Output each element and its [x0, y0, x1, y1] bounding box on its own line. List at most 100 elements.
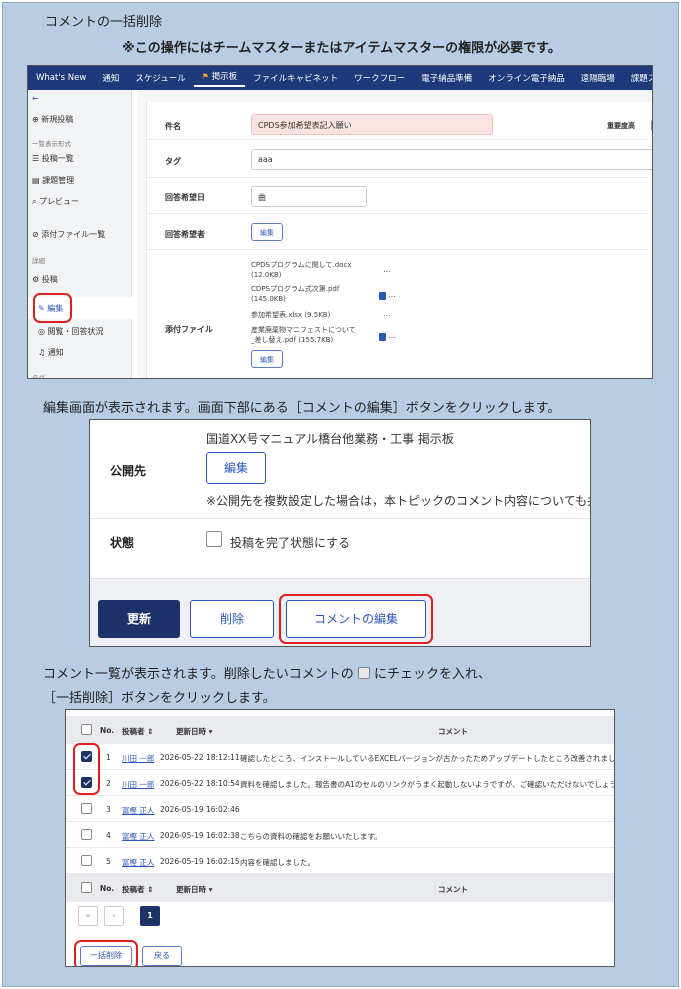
sidebar-notify-label: 通知	[47, 348, 64, 357]
file-4-more[interactable]: …	[388, 331, 396, 340]
highlight-ring-comment-edit	[279, 594, 433, 644]
sidebar-view-reply-label: 閲覧・回答状況	[47, 327, 104, 336]
row-attach: 添付ファイル CPDSプログラムに関して.docx (12.0KB) … CDPS…	[147, 250, 647, 378]
delete-button[interactable]: 削除	[190, 600, 274, 638]
sidebar-view-reply[interactable]: ◎ 閲覧・回答状況	[38, 326, 104, 337]
nav-cabinet[interactable]: ファイルキャビネット	[245, 72, 346, 84]
sidebar-attach-list[interactable]: ⊘ 添付ファイル一覧	[32, 229, 105, 240]
row-subject: 件名 CPDS参加希望表記入願い 重要度高	[147, 102, 652, 140]
col-date[interactable]: 更新日時 ▾	[176, 726, 212, 737]
subject-input[interactable]: CPDS参加希望表記入願い	[251, 114, 493, 135]
col-no: No.	[100, 726, 115, 735]
attach-edit-button[interactable]: 編集	[251, 350, 283, 368]
nav-e-delivery-prep[interactable]: 電子納品準備	[413, 72, 480, 84]
nav-schedule[interactable]: スケジュール	[127, 72, 193, 84]
publish-edit-button[interactable]: 編集	[206, 452, 266, 484]
file-2-more[interactable]: …	[388, 290, 396, 299]
sidebar-notify[interactable]: ♫ 通知	[38, 347, 64, 358]
nav-issue-thread[interactable]: 課題スレッド	[623, 72, 652, 84]
row-comment: 確認したところ、インストールしているEXCELバージョンが古かったためアップデー…	[240, 754, 615, 763]
respondent-edit-button[interactable]: 編集	[251, 223, 283, 241]
nav-whats-new[interactable]: What's New	[28, 73, 94, 83]
gear-icon: ⚙	[32, 275, 40, 284]
permission-warning: ※この操作にはチームマスターまたはアイテムマスターの権限が必要です。	[122, 41, 561, 56]
sidebar-post-list[interactable]: ☰ 投稿一覧	[32, 153, 74, 164]
nav-board-label: 掲示板	[211, 71, 238, 82]
file-4-size: _差し替え.pdf (155.7KB)	[251, 336, 334, 344]
tag-input[interactable]: aaa	[251, 149, 652, 170]
row-comment: こちらの資料の確認をお願いいたします。	[240, 832, 382, 841]
subject-label: 件名	[165, 122, 181, 131]
nav-remote[interactable]: 遠隔臨場	[573, 72, 623, 84]
sidebar-issue-mgmt[interactable]: ▤ 課題管理	[32, 175, 74, 186]
table-row: 5 富樫 正人 2026-05-19 16:02:15 内容を確認しました。	[66, 848, 614, 874]
important-checkbox[interactable]	[651, 120, 652, 131]
row-comment: 内容を確認しました。	[240, 858, 315, 867]
select-all-checkbox-bottom[interactable]	[81, 882, 92, 893]
row-date: 2026-05-22 18:12:11	[160, 753, 240, 762]
row-checkbox[interactable]	[81, 829, 92, 840]
publish-note: ※公開先を複数設定した場合は，本トピックのコメント内容についても共	[206, 494, 591, 508]
sidebar-post[interactable]: ⚙ 投稿	[32, 274, 58, 285]
flag-icon: ⚑	[201, 71, 209, 81]
sidebar-preview[interactable]: ⌕ プレビュー	[32, 196, 79, 207]
col-poster[interactable]: 投稿者 ⇕	[122, 726, 153, 737]
file-3[interactable]: 参加希望表.xlsx (9.5KB)	[251, 310, 330, 320]
row-poster[interactable]: 富樫 正人	[122, 805, 154, 816]
sidebar-section-detail: 詳細	[32, 257, 45, 265]
important-label: 重要度高	[607, 122, 635, 130]
respondent-label: 回答希望者	[165, 230, 205, 239]
col-poster[interactable]: 投稿者 ⇕	[122, 884, 153, 895]
back-arrow-icon[interactable]: ←	[32, 94, 39, 103]
sidebar-new-post[interactable]: ⊕ 新規投稿	[32, 114, 73, 125]
pager-current[interactable]: 1	[140, 906, 160, 926]
file-1[interactable]: CPDSプログラムに関して.docx (12.0KB)	[251, 260, 351, 280]
row-checkbox[interactable]	[81, 855, 92, 866]
row-no: 5	[106, 857, 111, 866]
bell-icon: ♫	[38, 348, 46, 357]
row-checkbox[interactable]	[81, 803, 92, 814]
table-row: 4 富樫 正人 2026-05-19 16:02:38 こちらの資料の確認をお願…	[66, 822, 614, 848]
row-no: 2	[106, 779, 111, 788]
nav-online-e-delivery[interactable]: オンライン電子納品	[480, 72, 573, 84]
row-comment: 資料を確認しました。報告書のA1のセルのリンクがうまく起動しないようですが、ご確…	[240, 780, 615, 789]
file-2-name: CDPSプログラム式次第.pdf	[251, 285, 340, 293]
file-2[interactable]: CDPSプログラム式次第.pdf (145.0KB)	[251, 284, 339, 304]
pager-prev[interactable]: ‹	[104, 906, 124, 926]
back-button[interactable]: 戻る	[142, 946, 182, 966]
select-all-checkbox[interactable]	[81, 724, 92, 735]
pager-first[interactable]: «	[78, 906, 98, 926]
col-date[interactable]: 更新日時 ▾	[176, 884, 212, 895]
table-row: 1 川田 一郎 2026-05-22 18:12:11 確認したところ、インスト…	[66, 744, 615, 770]
board-name: 国道XX号マニュアル橋台他業務・工事 掲示板	[206, 432, 454, 446]
file-1-more[interactable]: …	[383, 265, 391, 274]
row-poster[interactable]: 川田 一郎	[122, 779, 154, 790]
file-3-more[interactable]: …	[383, 309, 391, 318]
row-no: 1	[106, 753, 111, 762]
sidebar-section-tag: タグ	[32, 374, 45, 379]
row-poster[interactable]: 川田 一郎	[122, 753, 154, 764]
file-4[interactable]: 産業廃棄物マニフェストについて _差し替え.pdf (155.7KB)	[251, 325, 356, 345]
sidebar-post-list-label: 投稿一覧	[41, 154, 74, 163]
nav-workflow[interactable]: ワークフロー	[346, 72, 413, 84]
file-4-name: 産業廃棄物マニフェストについて	[251, 326, 356, 334]
nav-board[interactable]: ⚑ 掲示板	[193, 70, 246, 87]
section-title: コメントの一括削除	[45, 15, 163, 30]
screenshot-edit-bottom: 国道XX号マニュアル橋台他業務・工事 掲示板 公開先 編集 ※公開先を複数設定し…	[89, 419, 591, 647]
due-input[interactable]: 曲	[251, 186, 367, 207]
row-date: 2026-05-19 16:02:38	[160, 831, 240, 840]
complete-label: 投稿を完了状態にする	[230, 536, 351, 550]
update-button[interactable]: 更新	[98, 600, 180, 638]
table-header-top: No. 投稿者 ⇕ 更新日時 ▾ コメント	[66, 716, 614, 744]
row-poster[interactable]: 富樫 正人	[122, 857, 154, 868]
sidebar-section-list: 一覧表示形式	[32, 140, 71, 148]
complete-checkbox[interactable]	[206, 531, 222, 547]
row-no: 4	[106, 831, 111, 840]
nav-notify[interactable]: 通知	[94, 72, 127, 84]
sidebar: ← ⊕ 新規投稿 一覧表示形式 ☰ 投稿一覧 ▤ 課題管理 ⌕ プレビュー ⊘ …	[28, 90, 132, 379]
row-date: 2026-05-19 16:02:15	[160, 857, 240, 866]
row-poster[interactable]: 富樫 正人	[122, 831, 154, 842]
sidebar-preview-label: プレビュー	[39, 197, 80, 206]
caption-1: 編集画面が表示されます。画面下部にある［コメントの編集］ボタンをクリックします。	[43, 401, 561, 416]
file-1-name: CPDSプログラムに関して.docx	[251, 261, 352, 269]
